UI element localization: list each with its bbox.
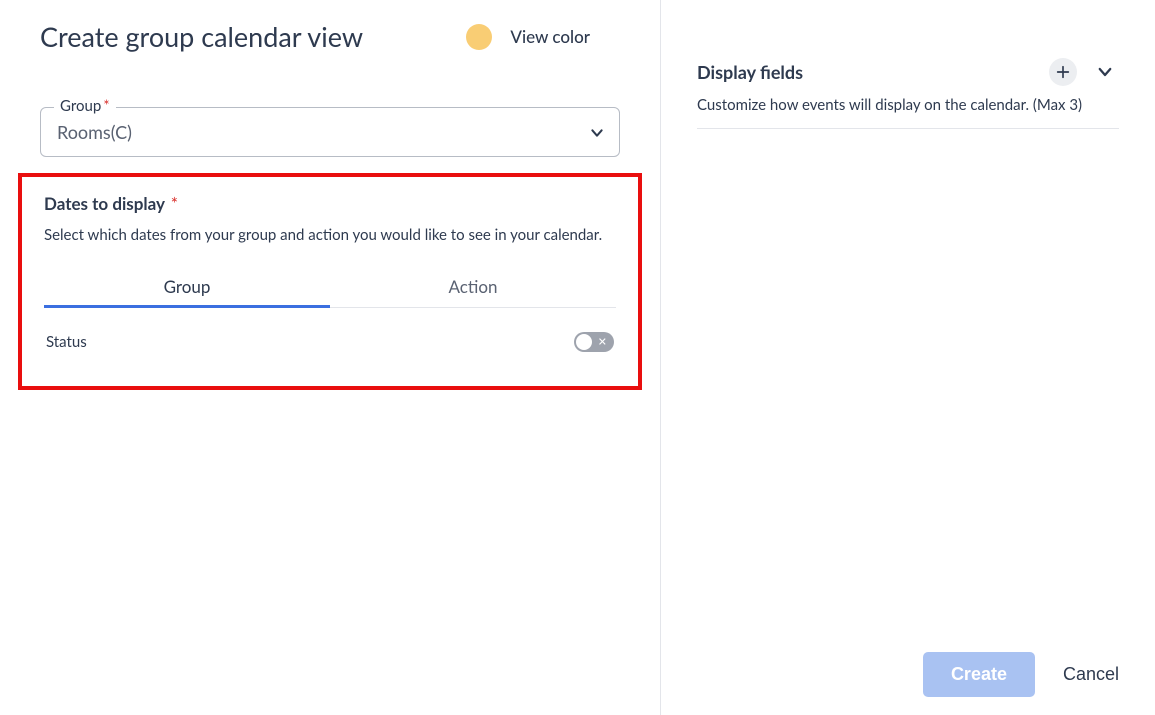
add-display-field-button[interactable] bbox=[1049, 58, 1077, 86]
required-marker: * bbox=[103, 97, 109, 115]
display-fields-description: Customize how events will display on the… bbox=[697, 96, 1119, 129]
display-fields-title: Display fields bbox=[697, 61, 803, 83]
tab-action[interactable]: Action bbox=[330, 266, 616, 307]
status-toggle[interactable]: ✕ bbox=[574, 332, 614, 352]
chevron-down-icon bbox=[589, 125, 603, 139]
dates-section-description: Select which dates from your group and a… bbox=[44, 226, 616, 244]
group-field: Group* Rooms(C) bbox=[40, 107, 620, 157]
toggle-knob bbox=[576, 334, 592, 350]
expand-display-fields-button[interactable] bbox=[1091, 58, 1119, 86]
required-marker: * bbox=[171, 193, 178, 214]
dates-to-display-section: Dates to display * Select which dates fr… bbox=[18, 173, 642, 390]
group-select[interactable]: Rooms(C) bbox=[40, 107, 620, 157]
chevron-down-icon bbox=[1096, 63, 1114, 81]
tab-group[interactable]: Group bbox=[44, 266, 330, 307]
dates-tabs: Group Action bbox=[44, 266, 616, 308]
group-select-value: Rooms(C) bbox=[57, 121, 132, 143]
date-field-row: Status ✕ bbox=[44, 326, 616, 358]
cancel-button[interactable]: Cancel bbox=[1063, 664, 1119, 685]
dates-section-title: Dates to display * bbox=[44, 193, 616, 214]
create-button[interactable]: Create bbox=[923, 652, 1035, 697]
color-swatch-icon bbox=[466, 24, 492, 50]
page-title: Create group calendar view bbox=[40, 20, 363, 53]
x-icon: ✕ bbox=[598, 337, 607, 348]
plus-icon bbox=[1055, 64, 1071, 80]
group-field-label: Group* bbox=[54, 97, 116, 115]
view-color-label: View color bbox=[510, 26, 590, 47]
date-field-label: Status bbox=[46, 333, 87, 351]
view-color-selector[interactable]: View color bbox=[466, 24, 590, 50]
